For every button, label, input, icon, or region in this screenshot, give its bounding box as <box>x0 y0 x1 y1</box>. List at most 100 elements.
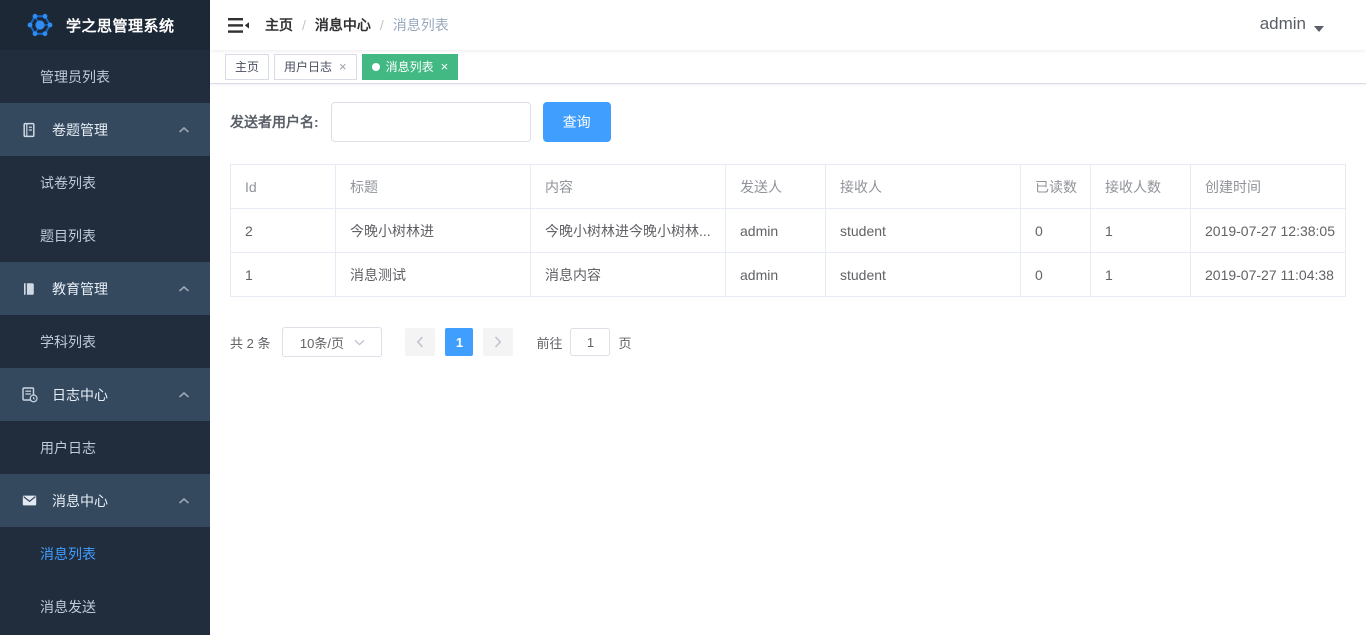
search-form: 发送者用户名: 查询 <box>230 102 1346 142</box>
cell-content: 今晚小树林进今晚小树林... <box>531 209 726 253</box>
sidebar-item-subject-list[interactable]: 学科列表 <box>0 315 210 368</box>
tab-label: 用户日志 <box>284 58 332 75</box>
chevron-down-icon <box>354 339 365 346</box>
app-title: 学之思管理系统 <box>66 15 175 36</box>
sidebar-group-label: 卷题管理 <box>52 120 108 140</box>
cell-title: 消息测试 <box>336 253 531 297</box>
cell-create-time: 2019-07-27 11:04:38 <box>1191 253 1346 297</box>
column-header-id: Id <box>231 165 336 209</box>
tab-user-log[interactable]: 用户日志 × <box>274 54 357 80</box>
user-dropdown[interactable]: admin <box>1260 14 1350 37</box>
cell-id: 2 <box>231 209 336 253</box>
navbar: 主页 / 消息中心 / 消息列表 admin <box>210 0 1366 50</box>
cell-id: 1 <box>231 253 336 297</box>
main-area: 主页 / 消息中心 / 消息列表 admin 主页 用户日志 × 消息列表 <box>210 0 1366 635</box>
column-header-content: 内容 <box>531 165 726 209</box>
breadcrumb-separator: / <box>302 17 306 33</box>
chevron-up-icon <box>178 391 190 399</box>
sidebar-group-message-center[interactable]: 消息中心 <box>0 474 210 527</box>
next-page-button[interactable] <box>483 328 513 356</box>
cell-read-count: 0 <box>1021 209 1091 253</box>
pagination-total: 共 2 条 <box>230 333 270 352</box>
sidebar-group-label: 教育管理 <box>52 279 108 299</box>
sidebar-group-label: 日志中心 <box>52 385 108 405</box>
sidebar-item-label: 试卷列表 <box>40 173 96 193</box>
page-size-value: 10条/页 <box>300 333 344 352</box>
chevron-left-icon <box>416 336 424 348</box>
table-header-row: Id 标题 内容 发送人 接收人 已读数 接收人数 创建时间 <box>231 165 1346 209</box>
collapse-sidebar-icon[interactable] <box>228 17 249 34</box>
sidebar-group-log-center[interactable]: 日志中心 <box>0 368 210 421</box>
caret-down-icon <box>1314 26 1324 37</box>
app-logo[interactable]: 学之思管理系统 <box>0 0 210 50</box>
cell-create-time: 2019-07-27 12:38:05 <box>1191 209 1346 253</box>
sidebar-item-paper-list[interactable]: 试卷列表 <box>0 156 210 209</box>
cell-receiver: student <box>826 209 1021 253</box>
pagination: 共 2 条 10条/页 1 前往 页 <box>230 327 1346 357</box>
cell-receive-count: 1 <box>1091 209 1191 253</box>
close-icon[interactable]: × <box>441 60 449 73</box>
pagination-jumper: 前往 页 <box>536 328 631 356</box>
close-icon[interactable]: × <box>339 60 347 73</box>
sidebar-item-label: 管理员列表 <box>40 67 110 87</box>
sidebar-item-message-send[interactable]: 消息发送 <box>0 580 210 633</box>
cell-sender: admin <box>726 209 826 253</box>
sidebar-item-user-log[interactable]: 用户日志 <box>0 421 210 474</box>
active-tab-dot <box>372 63 380 71</box>
column-header-receiver: 接收人 <box>826 165 1021 209</box>
tab-message-list[interactable]: 消息列表 × <box>362 54 459 80</box>
sidebar-group-education-management[interactable]: 教育管理 <box>0 262 210 315</box>
message-icon <box>20 492 38 510</box>
tab-label: 主页 <box>235 58 259 75</box>
logo-hexagon-icon <box>26 11 54 39</box>
breadcrumb-home[interactable]: 主页 <box>265 15 293 35</box>
tab-label: 消息列表 <box>386 58 434 75</box>
cell-title: 今晚小树林进 <box>336 209 531 253</box>
prev-page-button[interactable] <box>405 328 435 356</box>
sidebar: 学之思管理系统 管理员列表 卷题管理 试卷列表 题目列表 <box>0 0 210 635</box>
page-number-1[interactable]: 1 <box>445 328 473 356</box>
chevron-right-icon <box>494 336 502 348</box>
sidebar-item-label: 用户日志 <box>40 438 96 458</box>
breadcrumb-section[interactable]: 消息中心 <box>315 15 371 35</box>
tab-home[interactable]: 主页 <box>225 54 269 80</box>
sidebar-group-exam-management[interactable]: 卷题管理 <box>0 103 210 156</box>
chevron-up-icon <box>178 285 190 293</box>
sidebar-item-label: 消息列表 <box>40 544 96 564</box>
sidebar-item-label: 消息发送 <box>40 597 96 617</box>
goto-label: 前往 <box>536 333 562 352</box>
sender-username-input[interactable] <box>331 102 531 142</box>
column-header-title: 标题 <box>336 165 531 209</box>
cell-read-count: 0 <box>1021 253 1091 297</box>
messages-table: Id 标题 内容 发送人 接收人 已读数 接收人数 创建时间 2 今晚小树林进 <box>230 164 1346 297</box>
table-row: 1 消息测试 消息内容 admin student 0 1 2019-07-27… <box>231 253 1346 297</box>
goto-page-input[interactable] <box>570 328 610 356</box>
sender-username-label: 发送者用户名: <box>230 112 319 132</box>
table-row: 2 今晚小树林进 今晚小树林进今晚小树林... admin student 0 … <box>231 209 1346 253</box>
query-button[interactable]: 查询 <box>543 102 611 142</box>
column-header-read-count: 已读数 <box>1021 165 1091 209</box>
goto-suffix-label: 页 <box>618 333 631 352</box>
education-book-icon <box>20 280 38 298</box>
sidebar-item-message-list[interactable]: 消息列表 <box>0 527 210 580</box>
breadcrumb: 主页 / 消息中心 / 消息列表 <box>265 15 449 35</box>
page-size-select[interactable]: 10条/页 <box>282 327 382 357</box>
cell-content: 消息内容 <box>531 253 726 297</box>
sidebar-item-question-list[interactable]: 题目列表 <box>0 209 210 262</box>
app-root: 学之思管理系统 管理员列表 卷题管理 试卷列表 题目列表 <box>0 0 1366 635</box>
breadcrumb-separator: / <box>380 17 384 33</box>
exam-document-icon <box>20 121 38 139</box>
column-header-sender: 发送人 <box>726 165 826 209</box>
cell-sender: admin <box>726 253 826 297</box>
column-header-receive-count: 接收人数 <box>1091 165 1191 209</box>
page-content: 发送者用户名: 查询 Id 标题 内容 发送人 接收人 <box>210 84 1366 635</box>
sidebar-item-label: 题目列表 <box>40 226 96 246</box>
log-icon <box>20 386 38 404</box>
cell-receiver: student <box>826 253 1021 297</box>
chevron-up-icon <box>178 497 190 505</box>
sidebar-item-label: 学科列表 <box>40 332 96 352</box>
username-label: admin <box>1260 14 1306 34</box>
sidebar-item-admin-list[interactable]: 管理员列表 <box>0 50 210 103</box>
chevron-up-icon <box>178 126 190 134</box>
breadcrumb-current: 消息列表 <box>393 15 449 35</box>
